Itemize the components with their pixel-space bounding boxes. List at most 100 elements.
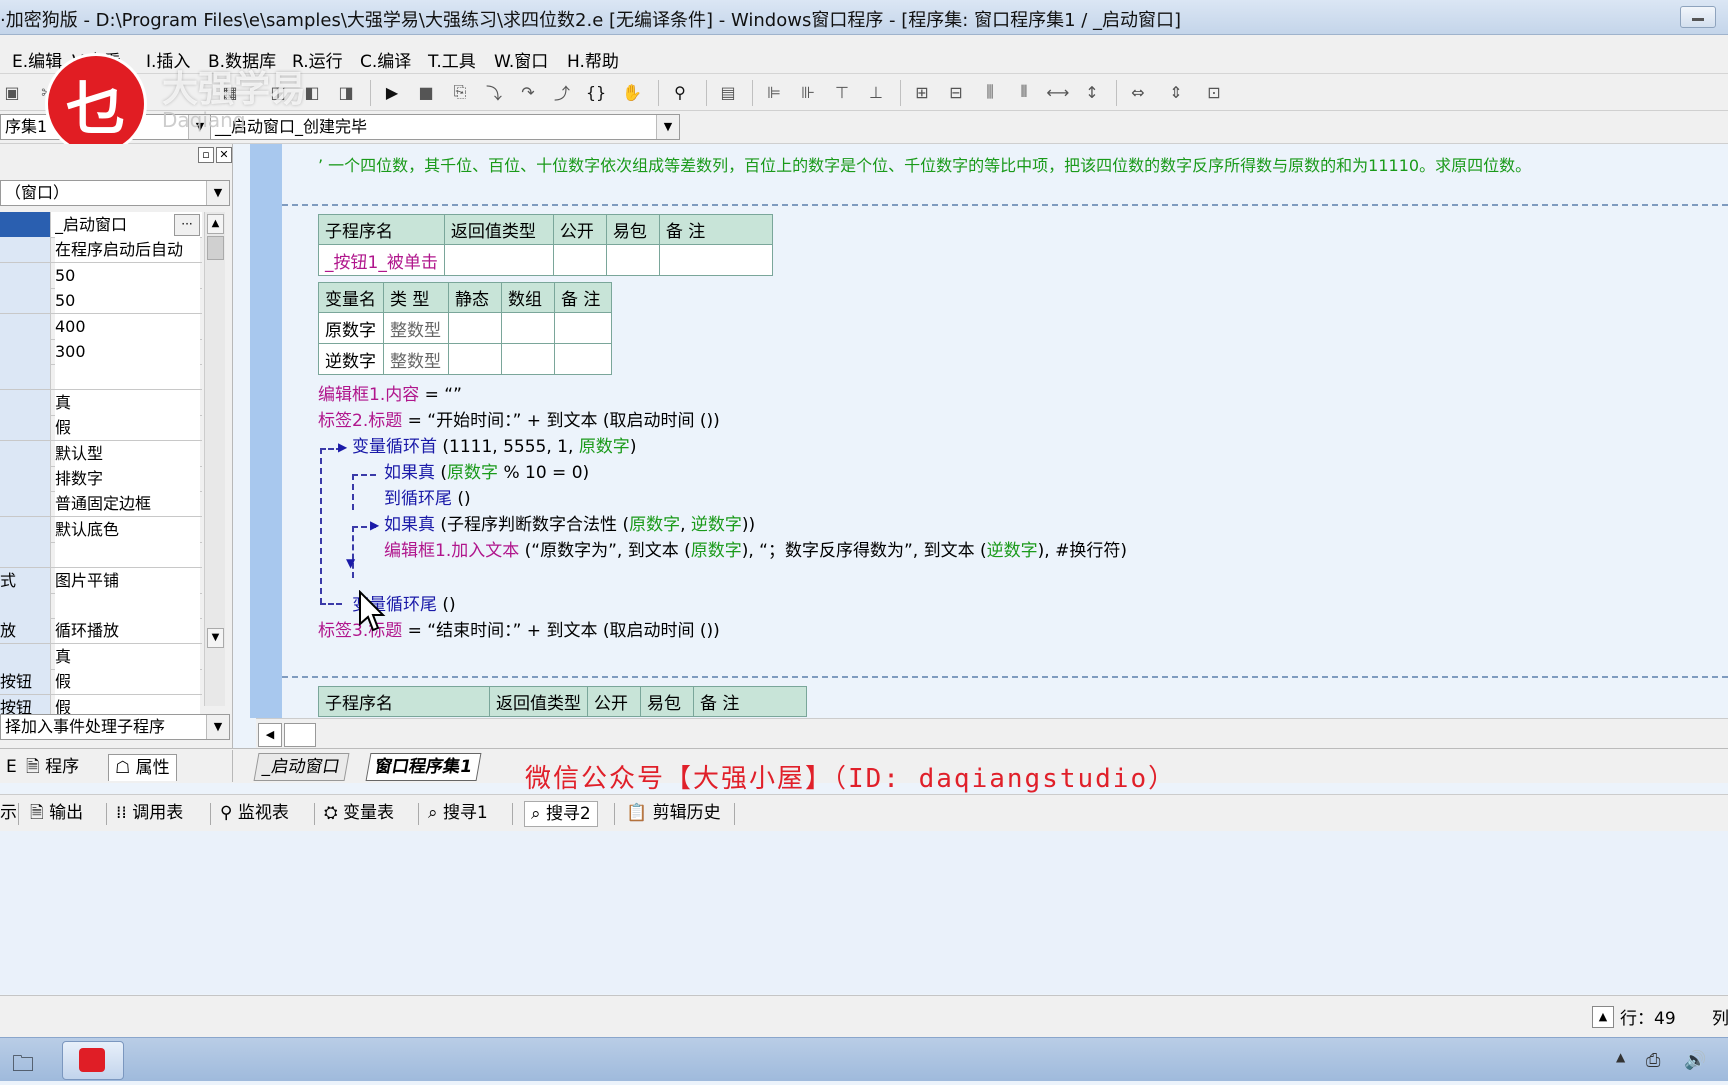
property-row[interactable]	[0, 542, 202, 569]
property-row[interactable]: 式图片平铺	[0, 567, 202, 594]
e-language-button[interactable]	[62, 1041, 124, 1080]
property-row[interactable]: 真	[0, 643, 202, 670]
property-row[interactable]: 400	[0, 313, 202, 340]
align-top-icon[interactable]: ⊤	[832, 82, 852, 102]
property-value[interactable]	[55, 593, 200, 618]
tab-assembly[interactable]: 窗口程序集1	[365, 753, 482, 781]
menu-help[interactable]: H.帮助	[567, 47, 619, 72]
minimize-button[interactable]	[1680, 6, 1716, 28]
code-line[interactable]: 变量循环首 (1111, 5555, 1, 原数字)	[352, 432, 636, 457]
tab-hint[interactable]: 示	[0, 801, 17, 825]
property-value[interactable]	[55, 364, 200, 390]
code-line[interactable]: 编辑框1.加入文本 (“原数字为”, 到文本 (原数字), “；数字反序得数为”…	[384, 536, 1127, 561]
run-icon[interactable]: ▶	[382, 82, 402, 102]
code-line[interactable]: 如果真 (子程序判断数字合法性 (原数字, 逆数字))	[384, 510, 755, 535]
scroll-down-icon[interactable]: ▼	[207, 628, 224, 648]
code-line[interactable]: 标签2.标题 = “开始时间：” + 到文本 (取启动时间 ())	[318, 406, 720, 431]
align-left-icon[interactable]: ⊫	[764, 82, 784, 102]
network-icon[interactable]: ⎙	[1646, 1050, 1660, 1071]
object-select[interactable]: （窗口） ▼	[0, 180, 230, 206]
distribute-v-icon[interactable]: ↕	[1082, 82, 1102, 102]
same-size-icon[interactable]: ⊡	[1204, 82, 1224, 102]
property-value[interactable]: 普通固定边框	[55, 491, 200, 517]
code-line[interactable]: 编辑框1.内容 = “”	[318, 380, 462, 405]
same-width-icon[interactable]: ⇔	[1128, 82, 1148, 102]
space-h-icon[interactable]: ⫼	[980, 82, 1000, 102]
ellipsis-button[interactable]: ···	[174, 214, 200, 236]
step-out-icon[interactable]: ⤴	[552, 82, 572, 103]
scroll-left-icon[interactable]: ◀	[258, 723, 282, 747]
property-row[interactable]: 300	[0, 339, 202, 365]
property-value[interactable]: 400	[55, 313, 200, 339]
var-name-cell[interactable]: 逆数字	[318, 343, 384, 375]
property-row[interactable]	[0, 593, 202, 619]
var-type-cell[interactable]: 整数型	[383, 343, 449, 375]
tab-call-table[interactable]: ⁞⁞ 调用表	[116, 801, 183, 825]
sub-name-cell[interactable]: _按钮1_被单击	[318, 244, 445, 276]
property-value[interactable]: 在程序启动后自动	[55, 237, 200, 263]
output-area[interactable]	[0, 831, 1728, 994]
property-value[interactable]: 真	[55, 389, 200, 415]
chevron-down-icon[interactable]: ▼	[206, 181, 229, 205]
tab-start-window[interactable]: _启动窗口	[253, 753, 349, 781]
center-h-icon[interactable]: ⊞	[912, 82, 932, 102]
property-value[interactable]: 50	[55, 288, 200, 314]
property-value[interactable]: 假	[55, 415, 200, 441]
property-row[interactable]: 真	[0, 389, 202, 416]
tab-clip-history[interactable]: 📋 剪辑历史	[626, 801, 721, 825]
property-row[interactable]: 默认底色	[0, 516, 202, 543]
space-v-icon[interactable]: ⫴	[1014, 82, 1034, 102]
center-v-icon[interactable]: ⊟	[946, 82, 966, 102]
same-height-icon[interactable]: ⇕	[1166, 82, 1186, 102]
scroll-thumb[interactable]	[207, 236, 224, 260]
tab-property[interactable]: ☖ 属性	[108, 754, 177, 781]
find-icon[interactable]: ⚲	[670, 82, 690, 102]
tab-program[interactable]: 🗎 程序	[20, 754, 85, 780]
property-value[interactable]: 循环播放	[55, 618, 200, 644]
property-value[interactable]: 假	[55, 669, 200, 695]
scroll-up-icon[interactable]: ▲	[207, 214, 224, 234]
property-value[interactable]: 默认底色	[55, 516, 200, 542]
property-value[interactable]: 图片平铺	[55, 567, 200, 593]
layout3-icon[interactable]: ◨	[336, 82, 356, 102]
property-row[interactable]: 普通固定边框	[0, 491, 202, 518]
var-name-cell[interactable]: 原数字	[318, 312, 384, 344]
property-value[interactable]: 300	[55, 339, 200, 364]
property-value[interactable]: 排数字	[55, 466, 200, 491]
code-editor[interactable]: ’ 一个四位数，其千位、百位、十位数字依次组成等差数列，百位上的数字是个位、千位…	[282, 144, 1728, 718]
menu-window[interactable]: W.窗口	[494, 47, 548, 72]
tab-search1[interactable]: ⌕ 搜寻1	[428, 801, 488, 825]
horizontal-scrollbar[interactable]: ◀	[256, 718, 1728, 749]
property-row[interactable]: 默认型	[0, 440, 202, 467]
code-line[interactable]: 到循环尾 ()	[384, 484, 471, 509]
step-icon[interactable]: ⎘	[450, 82, 470, 102]
step-over-icon[interactable]: ↷	[518, 82, 538, 102]
property-row[interactable]: 放循环播放	[0, 618, 202, 645]
tray-expand-icon[interactable]: ▲	[1616, 1050, 1625, 1064]
vertical-scrollbar[interactable]: ▲ ▼	[204, 212, 225, 706]
property-row[interactable]: _启动窗口 ···	[0, 212, 202, 238]
chevron-down-icon[interactable]: ▼	[206, 715, 229, 739]
save-icon[interactable]: ▣	[2, 82, 22, 102]
property-value[interactable]: 真	[55, 643, 200, 669]
scroll-thumb[interactable]	[284, 723, 316, 747]
tab-output[interactable]: 🗎 输出	[30, 801, 83, 825]
property-row[interactable]: 50	[0, 262, 202, 289]
pin-icon[interactable]: ▫	[198, 147, 214, 163]
chevron-down-icon[interactable]: ▼	[656, 115, 679, 139]
property-value[interactable]	[55, 542, 200, 568]
property-row[interactable]	[0, 364, 202, 391]
close-icon[interactable]: ✕	[216, 147, 232, 163]
property-row[interactable]: 50	[0, 288, 202, 315]
scroll-up-icon[interactable]: ▲	[1592, 1006, 1614, 1028]
volume-icon[interactable]: 🔊	[1684, 1050, 1706, 1071]
event-select[interactable]: 择加入事件处理子程序 ▼	[0, 714, 230, 740]
grid-icon[interactable]: ▤	[718, 82, 738, 102]
align-right-icon[interactable]: ⊪	[798, 82, 818, 102]
run-to-cursor-icon[interactable]: {}	[586, 82, 606, 102]
var-type-cell[interactable]: 整数型	[383, 312, 449, 344]
property-value[interactable]: 50	[55, 262, 200, 288]
menu-compile[interactable]: C.编译	[360, 47, 411, 72]
property-row[interactable]: 排数字	[0, 466, 202, 492]
tab-watch[interactable]: ⚲ 监视表	[220, 801, 289, 825]
